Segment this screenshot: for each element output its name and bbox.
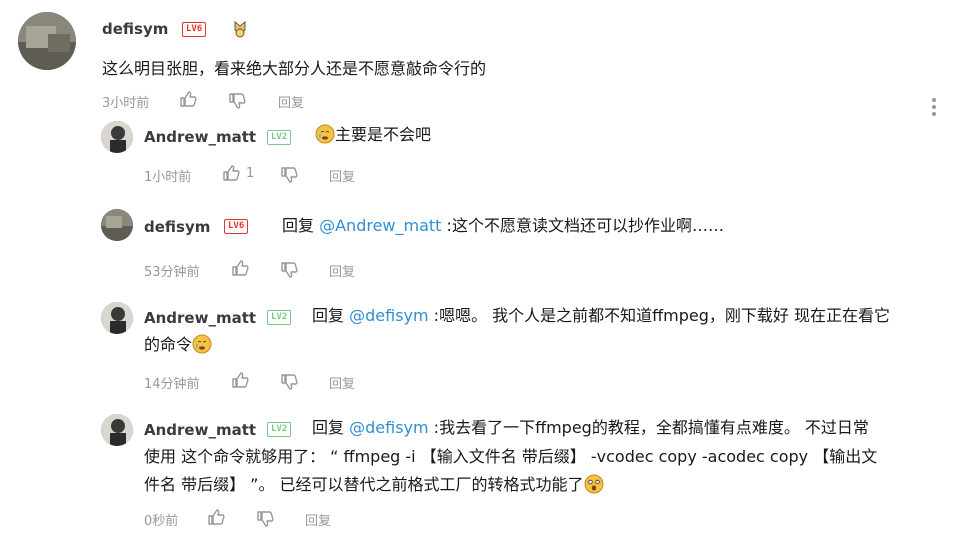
avatar[interactable] [101,121,133,153]
thumb-down-icon[interactable] [279,260,299,280]
thumb-down-icon[interactable] [279,372,299,392]
face-emoji-icon [315,124,335,144]
comment-text: 回复 @defisym :我去看了一下ffmpeg的教程，全都搞懂有点难度。 不… [312,414,869,442]
comment-text-continued: 件名 带后缀】 ”。 已经可以替代之前格式工厂的转格式功能了 [144,471,604,499]
reply-text: :嗯嗯。 我个人是之前都不知道ffmpeg，刚下载好 现在正在看它 [433,306,891,325]
medal-icon [230,20,250,40]
username[interactable]: defisym [144,218,210,236]
level-badge: LV6 [182,22,207,37]
thumb-up-icon[interactable] [206,507,226,527]
comment-text: 主要是不会吧 [315,121,431,149]
avatar[interactable] [18,12,76,70]
thumb-down-icon[interactable] [279,165,299,185]
avatar[interactable] [101,414,133,446]
reply-button[interactable]: 回复 [305,510,331,529]
reply-button[interactable]: 回复 [329,166,355,185]
comment-text-continued: 使用 这个命令就够用了： “ ffmpeg -i 【输入文件名 带后缀】 -vc… [144,447,878,466]
username[interactable]: Andrew_matt [144,421,256,439]
level-badge: LV6 [224,219,249,234]
face-emoji-icon [192,334,212,354]
level-badge: LV2 [267,310,292,325]
thumb-up-icon[interactable] [230,258,250,278]
avatar[interactable] [101,302,133,334]
timestamp: 3小时前 [102,96,150,111]
timestamp: 1小时前 [144,170,192,185]
mention-link[interactable]: @defisym [349,306,428,325]
reply-text: :这个不愿意读文档还可以抄作业啊…… [446,216,724,235]
reply-prefix: 回复 [312,306,345,325]
thumb-down-icon[interactable] [227,91,247,111]
timestamp: 0秒前 [144,514,179,529]
reply-prefix: 回复 [282,216,315,235]
reply-text: :我去看了一下ffmpeg的教程，全都搞懂有点难度。 不过日常 [433,418,869,437]
mention-link[interactable]: @defisym [349,418,428,437]
username[interactable]: Andrew_matt [144,309,256,327]
comment-text: 回复 @defisym :嗯嗯。 我个人是之前都不知道ffmpeg，刚下载好 现… [312,302,890,330]
reply-text: 件名 带后缀】 ”。 已经可以替代之前格式工厂的转格式功能了 [144,475,584,494]
avatar[interactable] [101,209,133,241]
reply-button[interactable]: 回复 [329,373,355,392]
thumb-up-icon[interactable] [230,370,250,390]
reply-prefix: 回复 [312,418,345,437]
thumb-down-icon[interactable] [255,509,275,529]
like-count: 1 [246,166,255,181]
comment-text-continued: 的命令 [144,331,212,359]
level-badge: LV2 [267,130,292,145]
username[interactable]: defisym [102,20,168,38]
thumb-up-icon[interactable] [178,89,198,109]
comment-text: 这么明目张胆，看来绝大部分人还是不愿意敲命令行的 [102,59,487,78]
reply-text: 的命令 [144,335,193,354]
reply-button[interactable]: 回复 [329,261,355,280]
timestamp: 53分钟前 [144,265,200,280]
mention-link[interactable]: @Andrew_matt [319,216,441,235]
reply-button[interactable]: 回复 [278,92,304,111]
thumb-up-icon[interactable] [221,163,241,183]
face-emoji-icon [584,474,604,494]
more-vertical-icon[interactable] [930,98,938,116]
level-badge: LV2 [267,422,292,437]
reply-text: 主要是不会吧 [335,125,432,144]
comment-text: 回复 @Andrew_matt :这个不愿意读文档还可以抄作业啊…… [282,212,724,240]
timestamp: 14分钟前 [144,377,200,392]
username[interactable]: Andrew_matt [144,128,256,146]
